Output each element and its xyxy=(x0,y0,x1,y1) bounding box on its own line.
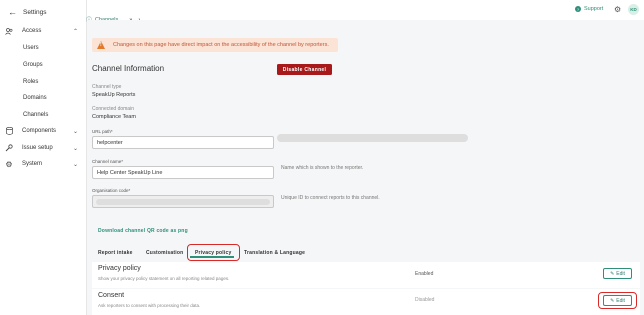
users-icon xyxy=(5,27,13,35)
settings-gear-icon[interactable]: ⚙ xyxy=(614,5,623,14)
consent-row xyxy=(92,289,640,315)
avatar[interactable]: KD xyxy=(628,4,639,15)
top-bar xyxy=(87,0,644,20)
chevron-down-icon: ⌄ xyxy=(73,161,79,168)
chevron-down-icon: ⌄ xyxy=(73,128,79,135)
channel-name-label: Channel name* xyxy=(92,159,124,164)
privacy-policy-subtitle: Show your privacy policy statement on al… xyxy=(98,276,230,281)
channel-type-label: Channel type xyxy=(92,84,122,90)
support-label: Support xyxy=(584,6,604,12)
edit-highlight-outline xyxy=(598,292,637,309)
url-path-label: URL path* xyxy=(92,129,113,134)
organisation-code-placeholder xyxy=(96,199,270,205)
channel-name-hint: Name which is shown to the reporter. xyxy=(281,165,364,171)
tab-highlight-outline xyxy=(187,244,240,261)
disable-channel-button[interactable]: Disable Channel xyxy=(277,64,332,75)
arrow-left-icon: ← xyxy=(8,6,17,17)
sidebar-section-label: Components xyxy=(22,128,57,134)
alert-text: Changes on this page have direct impact … xyxy=(113,42,329,48)
warning-alert: ! Changes on this page have direct impac… xyxy=(92,38,338,52)
sidebar-section-label: Issue setup xyxy=(22,145,53,151)
connected-domain-value: Compliance Team xyxy=(92,114,136,120)
chevron-up-icon: ⌃ xyxy=(73,28,79,35)
consent-subtitle: Ask reporters to consent with processing… xyxy=(98,303,201,308)
privacy-policy-edit-button[interactable]: ✎ Edit xyxy=(603,268,632,279)
chevron-down-icon: ⌄ xyxy=(73,145,79,152)
organisation-code-input xyxy=(92,195,274,208)
sidebar-item-domains[interactable]: Domains xyxy=(23,93,47,103)
privacy-policy-title: Privacy policy xyxy=(98,265,141,272)
sidebar-section-system[interactable]: ⚙ System ⌄ xyxy=(0,158,87,170)
organisation-code-label: Organisation code* xyxy=(92,188,131,193)
consent-title: Consent xyxy=(98,292,125,299)
sidebar-section-label: System xyxy=(22,161,43,167)
tab-customisation[interactable]: Customisation xyxy=(146,247,183,259)
connected-domain-label: Connected domain xyxy=(92,106,134,112)
url-path-input[interactable]: helpcenter xyxy=(92,136,274,149)
pencil-icon: ✎ xyxy=(610,270,615,277)
channel-type-value: SpeakUp Reports xyxy=(92,92,136,98)
tab-report-intake[interactable]: Report intake xyxy=(98,247,133,259)
settings-back-link[interactable]: ← Settings xyxy=(8,6,47,18)
gear-icon: ⚙ xyxy=(5,159,13,169)
sidebar-item-users[interactable]: Users xyxy=(23,43,39,53)
url-preview-placeholder xyxy=(277,134,468,142)
settings-title: Settings xyxy=(23,8,47,16)
sidebar-section-access[interactable]: Access ⌃ xyxy=(0,25,87,37)
privacy-policy-row xyxy=(92,262,640,288)
sidebar-section-label: Access xyxy=(22,28,42,34)
channel-name-input[interactable]: Help Center SpeakUp Line xyxy=(92,166,274,179)
support-link[interactable]: ? Support xyxy=(575,6,603,12)
download-qr-link[interactable]: Download channel QR code as png xyxy=(98,228,188,234)
sidebar: ← Settings Access ⌃ Users Groups Roles D… xyxy=(0,0,87,315)
sidebar-item-roles[interactable]: Roles xyxy=(23,77,38,87)
tab-translation-language[interactable]: Translation & Language xyxy=(244,247,305,259)
privacy-policy-status: Enabled xyxy=(415,271,434,277)
channel-information-title: Channel Information xyxy=(92,64,165,73)
edit-label: Edit xyxy=(616,270,625,277)
sidebar-item-groups[interactable]: Groups xyxy=(23,60,43,70)
database-icon xyxy=(5,127,13,135)
sidebar-item-channels[interactable]: Channels xyxy=(23,110,48,120)
sidebar-section-issue-setup[interactable]: Issue setup ⌄ xyxy=(0,142,87,154)
warning-exclamation: ! xyxy=(100,42,102,48)
wrench-icon xyxy=(5,144,13,152)
organisation-code-hint: Unique ID to connect reports to this cha… xyxy=(281,195,380,201)
consent-status: Disabled xyxy=(415,297,435,303)
help-icon: ? xyxy=(575,6,581,12)
sidebar-section-components[interactable]: Components ⌄ xyxy=(0,125,87,137)
